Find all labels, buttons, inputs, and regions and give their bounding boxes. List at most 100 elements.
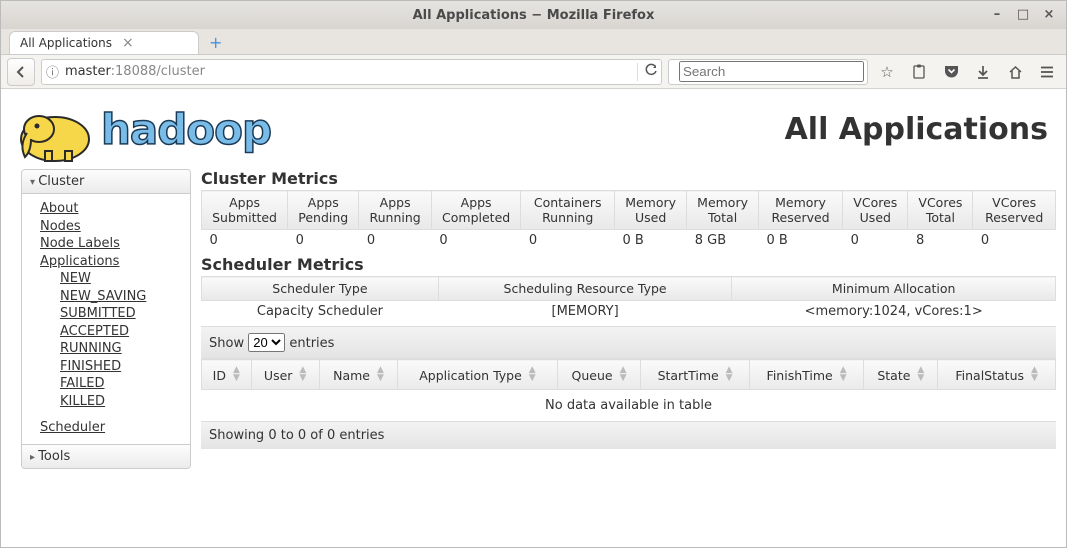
sidebar-link-scheduler[interactable]: Scheduler — [40, 419, 186, 437]
column-header[interactable]: State ▲▼ — [864, 360, 938, 390]
search-bar[interactable] — [668, 59, 868, 85]
metrics-value: 0 — [521, 230, 615, 252]
firefox-window: All Applications − Mozilla Firefox – □ ×… — [0, 0, 1067, 548]
metrics-value: 8 — [908, 230, 973, 252]
sort-icon: ▲▼ — [726, 366, 733, 382]
new-tab-button[interactable]: + — [203, 33, 228, 54]
sort-icon: ▲▼ — [529, 366, 536, 382]
reading-list-button[interactable] — [906, 59, 932, 85]
banner: hadoop All Applications — [5, 89, 1062, 165]
metrics-value: 0 — [843, 230, 908, 252]
metrics-value: <memory:1024, vCores:1> — [732, 301, 1056, 323]
column-header[interactable]: FinalStatus ▲▼ — [938, 360, 1056, 390]
maximize-button[interactable]: □ — [1014, 5, 1032, 23]
metrics-header: VCores Reserved — [973, 191, 1056, 230]
sidebar-link-appstate[interactable]: FAILED — [60, 375, 186, 393]
sidebar-link-appstate[interactable]: NEW_SAVING — [60, 288, 186, 306]
pocket-icon — [944, 65, 959, 79]
sidebar-link-nodes[interactable]: Nodes — [40, 218, 186, 236]
hadoop-logo-text: hadoop — [101, 105, 271, 154]
metrics-header: Apps Completed — [431, 191, 520, 230]
hadoop-logo: hadoop — [9, 93, 271, 165]
sidebar-link-appstate[interactable]: SUBMITTED — [60, 305, 186, 323]
column-header[interactable]: Queue ▲▼ — [557, 360, 641, 390]
reload-button[interactable] — [637, 63, 657, 81]
sidebar: Cluster About Nodes Node Labels Applicat… — [21, 169, 191, 469]
metrics-header: Apps Pending — [288, 191, 359, 230]
metrics-value: 0 — [973, 230, 1056, 252]
scheduler-metrics-table: Scheduler TypeScheduling Resource TypeMi… — [201, 276, 1056, 322]
sidebar-section-cluster[interactable]: Cluster — [22, 170, 190, 194]
browser-tab[interactable]: All Applications × — [9, 31, 199, 54]
show-label-post: entries — [289, 336, 334, 351]
sidebar-link-appstate[interactable]: KILLED — [60, 393, 186, 411]
scheduler-metrics-title: Scheduler Metrics — [201, 255, 1056, 274]
sort-icon: ▲▼ — [917, 366, 924, 382]
site-identity-icon[interactable]: ⓘ — [46, 62, 59, 81]
no-data-message: No data available in table — [202, 390, 1056, 422]
metrics-value: 0 — [288, 230, 359, 252]
sidebar-link-applications[interactable]: Applications — [40, 253, 186, 271]
sidebar-link-appstate[interactable]: RUNNING — [60, 340, 186, 358]
home-icon — [1008, 65, 1023, 79]
tabstrip: All Applications × + — [1, 29, 1066, 55]
metrics-value: 0 B — [615, 230, 687, 252]
sort-icon: ▲▼ — [620, 366, 627, 382]
column-header[interactable]: ID ▲▼ — [202, 360, 252, 390]
sidebar-link-appstate[interactable]: ACCEPTED — [60, 323, 186, 341]
cluster-metrics-title: Cluster Metrics — [201, 169, 1056, 188]
minimize-button[interactable]: – — [988, 5, 1006, 23]
titlebar: All Applications − Mozilla Firefox – □ × — [1, 1, 1066, 29]
page-content: hadoop All Applications Cluster About No… — [1, 89, 1066, 547]
sidebar-link-about[interactable]: About — [40, 200, 186, 218]
sidebar-link-appstate[interactable]: FINISHED — [60, 358, 186, 376]
home-button[interactable] — [1002, 59, 1028, 85]
url-path: :18088/cluster — [111, 64, 205, 79]
reload-icon — [644, 63, 658, 77]
back-button[interactable] — [7, 58, 35, 86]
arrow-left-icon — [14, 65, 28, 79]
tab-close-button[interactable]: × — [122, 36, 134, 50]
datatable-length-control: Show 20 entries — [201, 326, 1056, 359]
metrics-value: 0 — [359, 230, 432, 252]
metrics-value: 0 B — [758, 230, 842, 252]
metrics-value: 0 — [431, 230, 520, 252]
column-header[interactable]: StartTime ▲▼ — [641, 360, 749, 390]
search-input[interactable] — [679, 61, 864, 82]
url-host: master — [65, 64, 111, 79]
metrics-value: Capacity Scheduler — [202, 301, 439, 323]
url-bar[interactable]: ⓘ master:18088/cluster — [41, 59, 662, 85]
downloads-button[interactable] — [970, 59, 996, 85]
page-title: All Applications — [785, 112, 1048, 147]
metrics-header: Apps Running — [359, 191, 432, 230]
sort-icon: ▲▼ — [1031, 366, 1038, 382]
menu-button[interactable] — [1034, 59, 1060, 85]
download-icon — [976, 65, 990, 79]
metrics-header: VCores Total — [908, 191, 973, 230]
close-window-button[interactable]: × — [1040, 5, 1058, 23]
metrics-value: 8 GB — [687, 230, 759, 252]
sort-icon: ▲▼ — [299, 366, 306, 382]
navigation-toolbar: ⓘ master:18088/cluster ☆ — [1, 55, 1066, 89]
entries-select[interactable]: 20 — [248, 333, 285, 352]
hadoop-elephant-icon — [9, 93, 101, 165]
metrics-header: Scheduler Type — [202, 277, 439, 301]
sidebar-section-tools[interactable]: Tools — [22, 444, 190, 468]
metrics-header: Containers Running — [521, 191, 615, 230]
tab-title: All Applications — [20, 36, 112, 50]
column-header[interactable]: User ▲▼ — [251, 360, 319, 390]
main-panel: Cluster Metrics Apps SubmittedApps Pendi… — [201, 169, 1056, 469]
sidebar-link-appstate[interactable]: NEW — [60, 270, 186, 288]
column-header[interactable]: Application Type ▲▼ — [398, 360, 557, 390]
column-header[interactable]: FinishTime ▲▼ — [749, 360, 864, 390]
hamburger-icon — [1040, 66, 1054, 78]
column-header[interactable]: Name ▲▼ — [319, 360, 398, 390]
window-title: All Applications − Mozilla Firefox — [413, 8, 655, 23]
sidebar-link-node-labels[interactable]: Node Labels — [40, 235, 186, 253]
show-label-pre: Show — [209, 336, 244, 351]
sort-icon: ▲▼ — [377, 366, 384, 382]
pocket-button[interactable] — [938, 59, 964, 85]
metrics-value: 0 — [202, 230, 288, 252]
bookmark-star-button[interactable]: ☆ — [874, 59, 900, 85]
url-text: master:18088/cluster — [65, 64, 631, 79]
